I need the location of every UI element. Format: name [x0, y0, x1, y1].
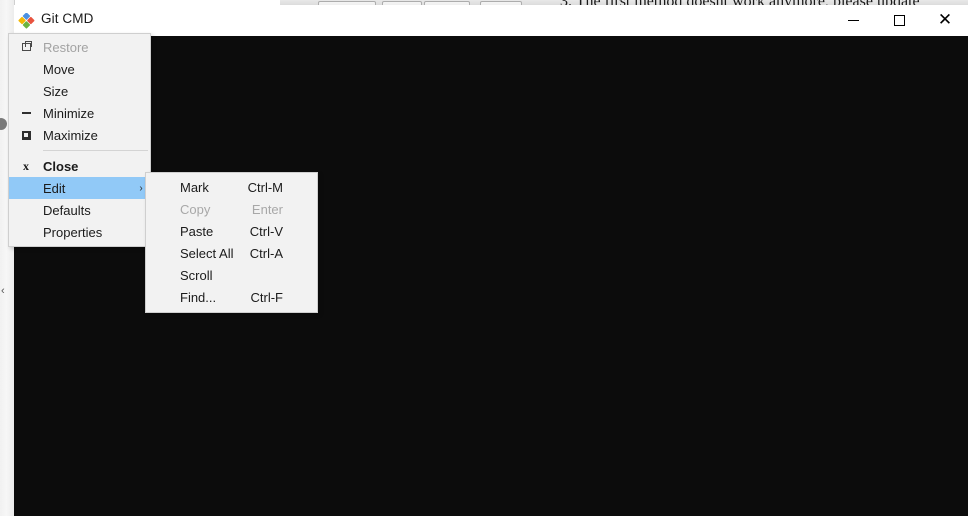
edit-submenu: Mark Ctrl-M Copy Enter Paste Ctrl-V Sele… — [145, 172, 318, 313]
menu-item-label: Minimize — [43, 105, 95, 121]
submenu-item-find[interactable]: Find... Ctrl-F — [146, 286, 317, 308]
submenu-item-shortcut: Ctrl-V — [249, 223, 283, 239]
submenu-item-label: Find... — [180, 289, 217, 305]
close-x-icon: x — [23, 158, 29, 173]
scrollbar-thumb-dot[interactable] — [0, 118, 7, 130]
submenu-item-paste[interactable]: Paste Ctrl-V — [146, 220, 317, 242]
submenu-item-shortcut: Ctrl-M — [247, 179, 283, 195]
submenu-item-label: Paste — [180, 223, 214, 239]
chevron-left-icon[interactable]: ‹ — [1, 286, 5, 297]
submenu-item-shortcut: Ctrl-A — [249, 245, 283, 261]
submenu-item-label: Select All — [180, 245, 234, 261]
menu-item-label: Edit — [43, 180, 66, 196]
menu-item-move[interactable]: Move — [9, 58, 150, 80]
submenu-item-label: Mark — [180, 179, 209, 195]
window-title: Git CMD — [41, 11, 94, 26]
close-icon: ✕ — [937, 10, 953, 30]
menu-item-label: Restore — [43, 39, 89, 55]
menu-item-edit[interactable]: Edit › — [9, 177, 150, 199]
minimize-icon — [847, 20, 859, 21]
close-button[interactable]: ✕ — [922, 5, 968, 36]
system-menu: Restore Move Size Minimize Maximize x Cl… — [8, 33, 151, 247]
minimize-button[interactable] — [830, 5, 876, 36]
menu-item-label: Size — [43, 83, 69, 99]
submenu-item-select-all[interactable]: Select All Ctrl-A — [146, 242, 317, 264]
menu-item-label: Close — [43, 158, 79, 174]
menu-item-size[interactable]: Size — [9, 80, 150, 102]
git-cmd-icon[interactable] — [18, 12, 35, 29]
menu-item-defaults[interactable]: Defaults — [9, 199, 150, 221]
menu-item-label: Defaults — [43, 202, 91, 218]
menu-item-close[interactable]: x Close — [9, 155, 150, 177]
submenu-item-copy[interactable]: Copy Enter — [146, 198, 317, 220]
menu-item-minimize[interactable]: Minimize — [9, 102, 150, 124]
screen-root: 3. The first method doesnt work anymore,… — [0, 0, 968, 516]
menu-item-label: Move — [43, 61, 75, 77]
window-titlebar[interactable]: Git CMD ✕ — [14, 5, 968, 36]
maximize-icon — [9, 130, 43, 140]
submenu-item-mark[interactable]: Mark Ctrl-M — [146, 176, 317, 198]
submenu-item-label: Copy — [180, 201, 211, 217]
minimize-icon — [9, 112, 43, 114]
menu-item-label: Maximize — [43, 127, 98, 143]
menu-item-restore[interactable]: Restore — [9, 36, 150, 58]
menu-item-label: Properties — [43, 224, 103, 240]
restore-icon — [9, 41, 43, 51]
menu-item-properties[interactable]: Properties — [9, 221, 150, 243]
submenu-item-scroll[interactable]: Scroll — [146, 264, 317, 286]
submenu-item-label: Scroll — [180, 267, 213, 283]
submenu-item-shortcut: Ctrl-F — [250, 289, 284, 305]
maximize-icon — [893, 15, 905, 26]
menu-separator — [43, 150, 148, 151]
menu-item-maximize[interactable]: Maximize — [9, 124, 150, 146]
maximize-button[interactable] — [876, 5, 922, 36]
submenu-item-shortcut: Enter — [251, 201, 283, 217]
